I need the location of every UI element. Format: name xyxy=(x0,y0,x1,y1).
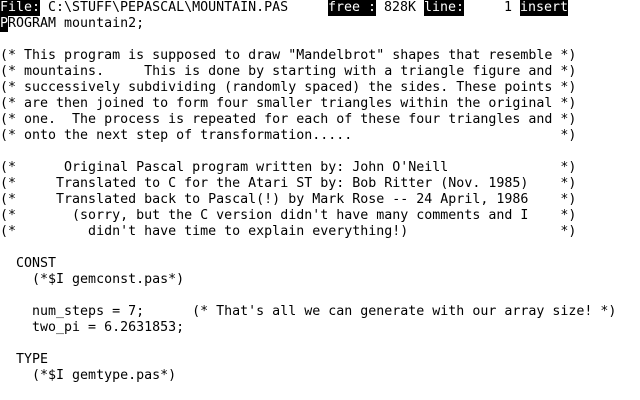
line-number: 1 xyxy=(504,0,513,15)
editor-line[interactable]: (* didn't have time to explain everythin… xyxy=(0,224,640,240)
editor-line[interactable] xyxy=(0,384,640,400)
editor-line[interactable]: (* successively subdividing (randomly sp… xyxy=(0,80,640,96)
editor-line[interactable]: (* onto the next step of transformation.… xyxy=(0,128,640,144)
status-bar: File: C:\STUFF\PEPASCAL\MOUNTAIN.PAS fre… xyxy=(0,0,640,16)
editor-line[interactable]: two_pi = 6.2631853; xyxy=(0,320,640,336)
free-value: 828K xyxy=(384,0,417,15)
editor-line[interactable]: (*$I gemtype.pas*) xyxy=(0,368,640,384)
editor-line[interactable] xyxy=(0,144,640,160)
editor-line[interactable]: (* Original Pascal program written by: J… xyxy=(0,160,640,176)
editor-line[interactable]: PROGRAM mountain2; xyxy=(0,16,640,32)
editor-line[interactable] xyxy=(0,32,640,48)
line-label: line: xyxy=(424,0,465,16)
editor-line[interactable] xyxy=(0,336,640,352)
editor-line[interactable]: (*$I gemconst.pas*) xyxy=(0,272,640,288)
free-label: free : xyxy=(328,0,377,16)
editor-line[interactable]: num_steps = 7; (* That's all we can gene… xyxy=(0,304,640,320)
editor-line[interactable]: (* Translated to C for the Atari ST by: … xyxy=(0,176,640,192)
editor-line[interactable]: TYPE xyxy=(0,352,640,368)
editor-line[interactable] xyxy=(0,240,640,256)
editor-line[interactable]: (* mountains. This is done by starting w… xyxy=(0,64,640,80)
editor-text-area[interactable]: PROGRAM mountain2; (* This program is su… xyxy=(0,16,640,400)
file-label: File: xyxy=(0,0,41,16)
file-path: C:\STUFF\PEPASCAL\MOUNTAIN.PAS xyxy=(48,0,289,15)
text-cursor: P xyxy=(0,16,8,32)
insert-mode-indicator: insert xyxy=(520,0,569,16)
text-cursor-wrapper: P xyxy=(0,16,8,32)
editor-line[interactable] xyxy=(0,288,640,304)
text-editor-screen[interactable]: File: C:\STUFF\PEPASCAL\MOUNTAIN.PAS fre… xyxy=(0,0,640,400)
editor-line[interactable]: (* are then joined to form four smaller … xyxy=(0,96,640,112)
editor-line[interactable]: (* This program is supposed to draw "Man… xyxy=(0,48,640,64)
editor-line[interactable]: (* Translated back to Pascal(!) by Mark … xyxy=(0,192,640,208)
editor-line[interactable]: CONST xyxy=(0,256,640,272)
editor-line[interactable]: (* one. The process is repeated for each… xyxy=(0,112,640,128)
editor-line[interactable]: (* (sorry, but the C version didn't have… xyxy=(0,208,640,224)
